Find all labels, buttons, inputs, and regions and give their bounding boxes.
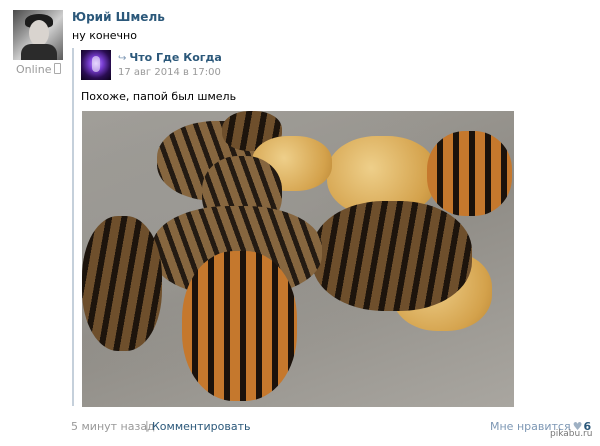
- tiger-striped-puppy: [182, 251, 297, 401]
- repost-date[interactable]: 17 авг 2014 в 17:00: [118, 67, 221, 78]
- repost-source-link[interactable]: ↪ Что Где Когда: [118, 51, 222, 64]
- tiger-striped-puppy: [312, 201, 472, 311]
- repost-divider: [72, 48, 74, 406]
- repost-text: Похоже, папой был шмель: [81, 90, 237, 103]
- online-status: Online: [16, 63, 62, 76]
- repost-source-name: Что Где Когда: [129, 51, 222, 64]
- post-text: ну конечно: [72, 29, 137, 42]
- author-avatar[interactable]: [13, 10, 63, 60]
- online-label: Online: [16, 63, 52, 76]
- comment-link[interactable]: Комментировать: [152, 420, 250, 433]
- watermark: pikabu.ru: [550, 429, 593, 439]
- avatar-body: [21, 44, 57, 60]
- repost-source-avatar[interactable]: [81, 50, 111, 80]
- mobile-phone-icon: [54, 63, 62, 74]
- author-name-link[interactable]: Юрий Шмель: [72, 10, 165, 24]
- post-photo[interactable]: [82, 111, 514, 407]
- tiger-striped-puppy: [82, 216, 162, 351]
- repost-arrow-icon: ↪: [118, 53, 127, 64]
- avatar-face: [29, 20, 49, 46]
- footer-separator: |: [145, 419, 149, 432]
- post-time-link[interactable]: 5 минут назад: [71, 420, 155, 433]
- tiger-striped-puppy: [427, 131, 512, 216]
